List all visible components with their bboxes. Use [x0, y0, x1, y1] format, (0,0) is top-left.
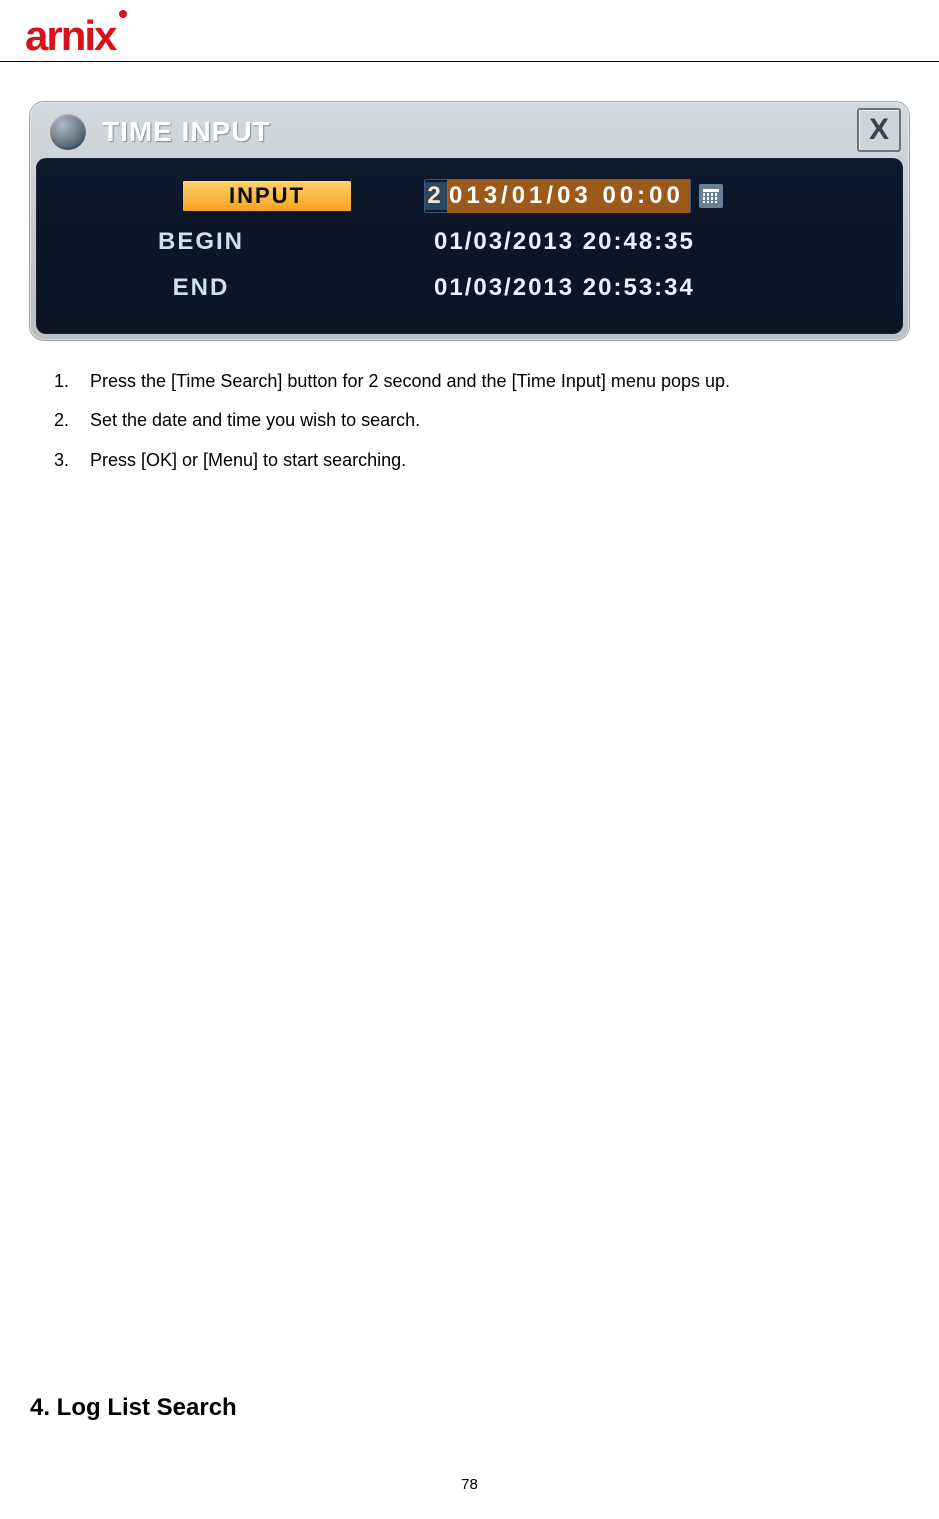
row-end: END 01/03/2013 20:53:34 [36, 268, 903, 308]
item-text: Press [OK] or [Menu] to start searching. [90, 449, 406, 472]
item-number: 1. [54, 370, 90, 393]
window-title: TIME INPUT [102, 116, 271, 148]
window-app-icon [50, 114, 86, 150]
window-body: INPUT 2 013/01/03 00:00 BEGIN 01/03/2013… [36, 158, 903, 334]
list-item: 1. Press the [Time Search] button for 2 … [54, 370, 909, 393]
time-input-window: TIME INPUT X INPUT 2 013/01/03 00:00 [30, 102, 909, 340]
item-text: Press the [Time Search] button for 2 sec… [90, 370, 730, 393]
item-number: 2. [54, 409, 90, 432]
input-rest: 013/01/03 00:00 [447, 179, 690, 213]
page-number: 78 [0, 1476, 939, 1493]
begin-label: BEGIN [36, 228, 376, 256]
input-first-char: 2 [425, 182, 447, 210]
calendar-icon[interactable] [699, 184, 723, 208]
item-text: Set the date and time you wish to search… [90, 409, 420, 432]
input-value-cell: 2 013/01/03 00:00 [376, 179, 723, 213]
row-label-input-wrap: INPUT [36, 181, 376, 211]
page-header: arnix [0, 0, 939, 62]
logo-text: arnix [25, 12, 118, 56]
row-begin: BEGIN 01/03/2013 20:48:35 [36, 222, 903, 262]
begin-value: 01/03/2013 20:48:35 [434, 228, 695, 256]
close-icon: X [869, 113, 889, 147]
section-heading: 4. Log List Search [30, 1394, 237, 1422]
window-titlebar: TIME INPUT X [36, 108, 903, 156]
page-content: TIME INPUT X INPUT 2 013/01/03 00:00 [0, 102, 939, 472]
end-label: END [36, 274, 376, 302]
item-number: 3. [54, 449, 90, 472]
row-input: INPUT 2 013/01/03 00:00 [36, 176, 903, 216]
input-label: INPUT [183, 181, 351, 211]
instructions-list: 1. Press the [Time Search] button for 2 … [54, 370, 909, 472]
brand-logo: arnix [25, 8, 175, 56]
list-item: 3. Press [OK] or [Menu] to start searchi… [54, 449, 909, 472]
date-time-input[interactable]: 2 013/01/03 00:00 [424, 179, 691, 213]
list-item: 2. Set the date and time you wish to sea… [54, 409, 909, 432]
close-button[interactable]: X [857, 108, 901, 152]
end-value: 01/03/2013 20:53:34 [434, 274, 695, 302]
